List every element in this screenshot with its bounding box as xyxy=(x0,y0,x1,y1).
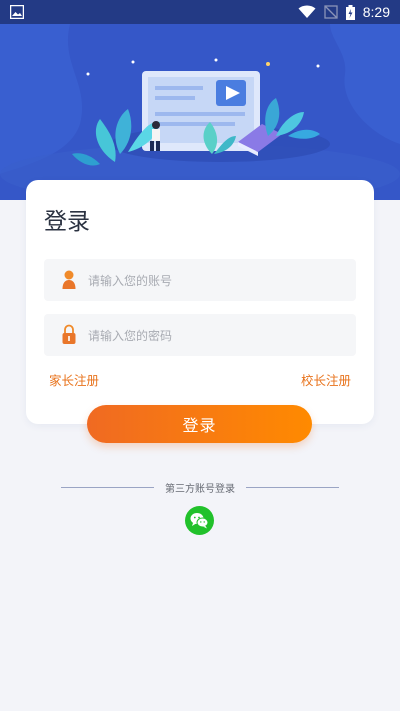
password-input[interactable] xyxy=(86,314,350,358)
wechat-icon xyxy=(190,513,209,529)
login-button[interactable]: 登录 xyxy=(87,405,312,443)
status-bar: 8:29 xyxy=(0,0,400,24)
password-field[interactable] xyxy=(44,314,356,358)
wifi-icon xyxy=(298,5,316,18)
third-party-login-label: 第三方账号登录 xyxy=(165,484,235,495)
wechat-login-button[interactable] xyxy=(185,506,214,535)
principal-register-link[interactable]: 校长注册 xyxy=(301,370,351,389)
account-input[interactable] xyxy=(86,259,350,303)
battery-charging-icon xyxy=(345,4,355,20)
lock-icon xyxy=(62,324,76,344)
page-title: 登录 xyxy=(44,209,90,235)
login-card: 登录 家长注册 校长注册 xyxy=(26,180,374,424)
user-icon xyxy=(62,270,76,289)
status-time: 8:29 xyxy=(362,4,390,20)
parent-register-link[interactable]: 家长注册 xyxy=(49,370,99,389)
hero-illustration xyxy=(0,24,400,200)
divider-right xyxy=(246,487,339,488)
account-field[interactable] xyxy=(44,259,356,303)
gallery-icon xyxy=(10,5,24,19)
no-signal-icon xyxy=(324,5,338,19)
